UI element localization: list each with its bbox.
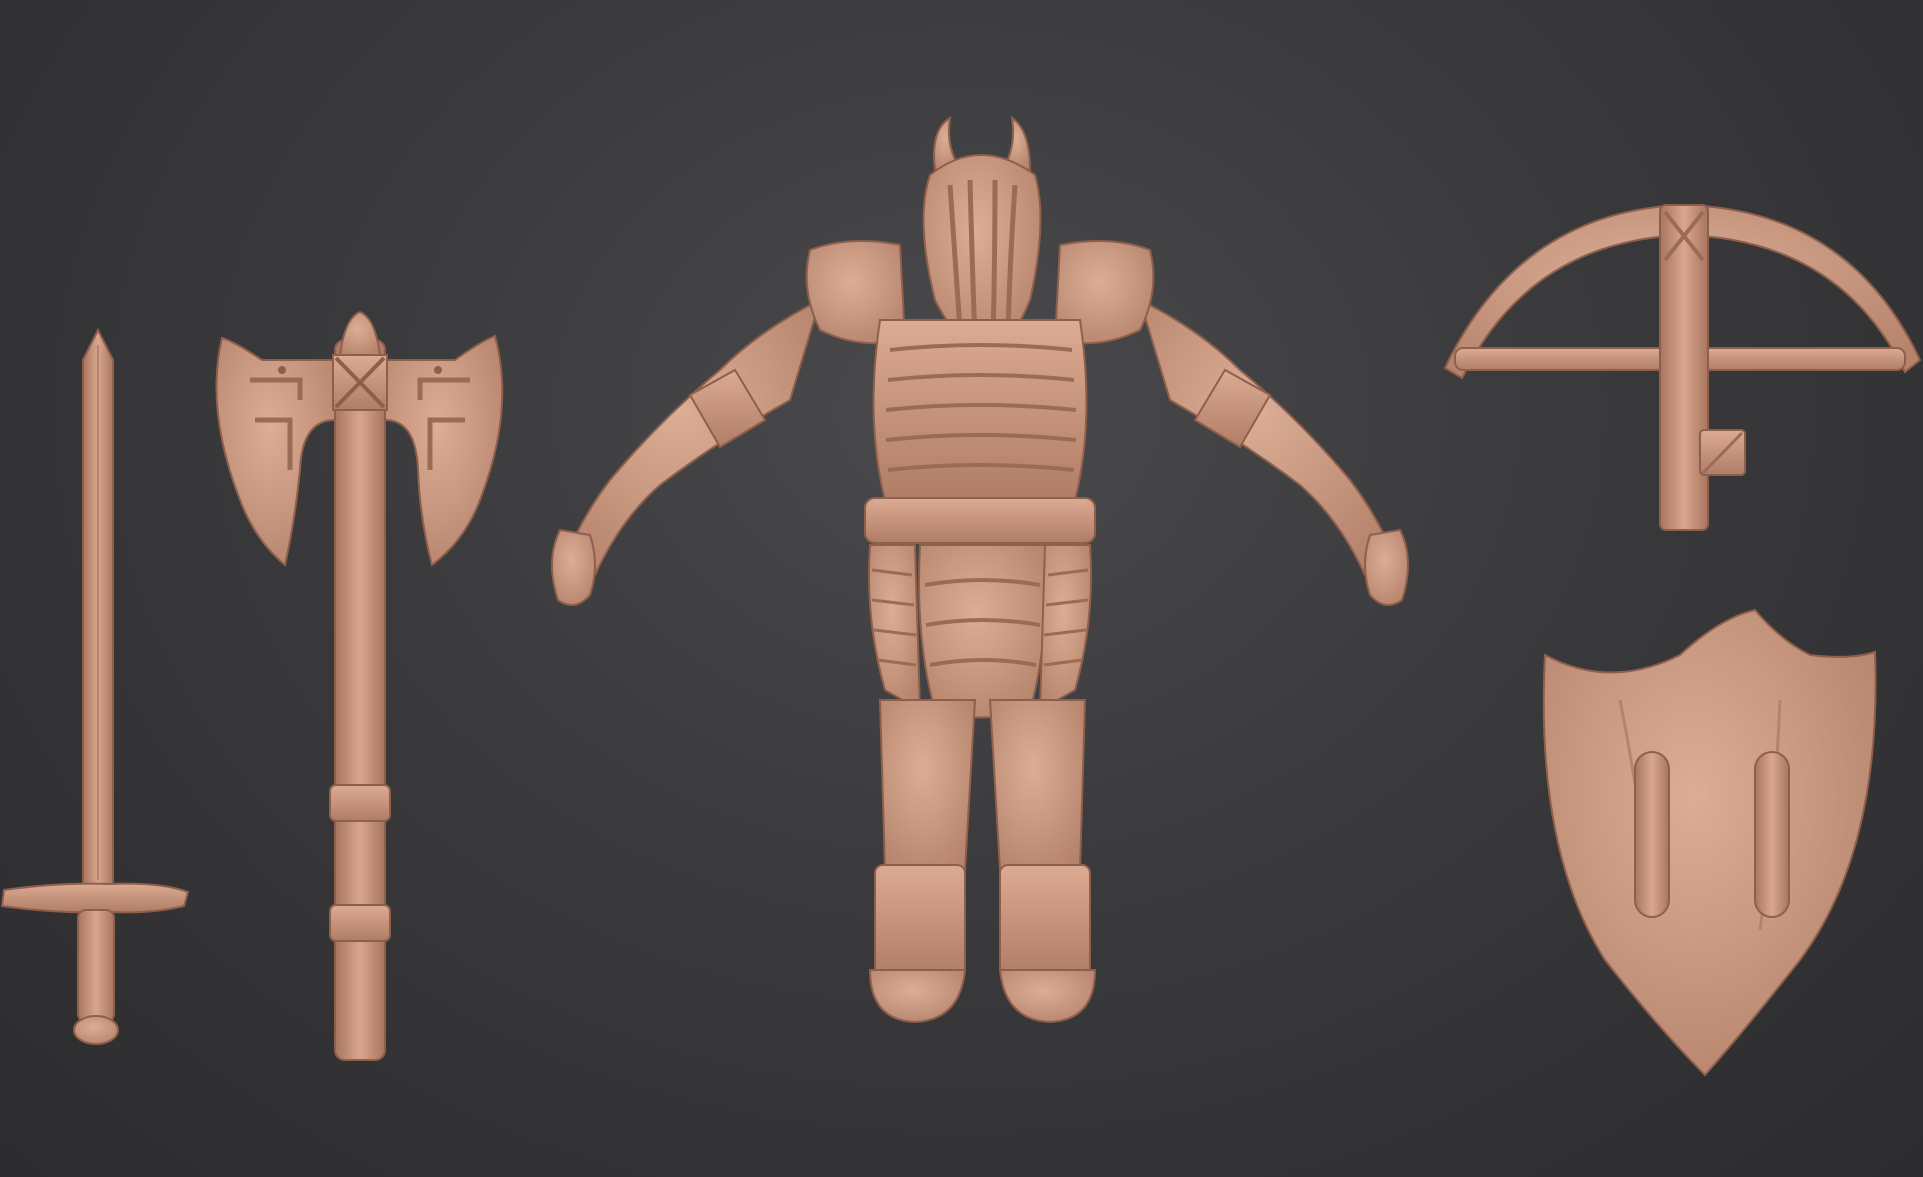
warrior-character-model — [550, 115, 1410, 1024]
axe-right-blade — [384, 334, 504, 567]
sword-pommel — [73, 1015, 119, 1045]
left-arm — [563, 298, 822, 577]
shield-strap-right — [1754, 751, 1790, 918]
axe-left-blade — [215, 336, 336, 567]
heater-shield-model — [1542, 608, 1877, 1077]
left-leg — [878, 699, 977, 871]
shield-face — [1542, 608, 1877, 1077]
back-tasset — [918, 544, 1047, 719]
hair — [922, 154, 1042, 347]
right-foot — [998, 969, 1097, 1024]
right-arm — [1138, 298, 1397, 577]
right-greave — [999, 864, 1091, 976]
sword-crossguard — [0, 882, 190, 914]
right-leg — [988, 699, 1087, 871]
crossbow-model — [1443, 203, 1922, 531]
sword-grip — [77, 909, 115, 1023]
axe-handle — [334, 339, 386, 1061]
sword-model — [0, 327, 190, 1045]
left-hand — [550, 528, 596, 606]
right-hand — [1364, 528, 1410, 606]
shield-strap-left — [1634, 751, 1670, 918]
left-greave — [874, 864, 966, 976]
sculpt-viewport — [0, 115, 1922, 1077]
crossbow-stock — [1659, 204, 1709, 531]
left-foot — [868, 969, 967, 1024]
belt — [864, 497, 1096, 544]
axe-top-spike — [338, 310, 382, 356]
double-axe-model — [215, 310, 504, 1061]
